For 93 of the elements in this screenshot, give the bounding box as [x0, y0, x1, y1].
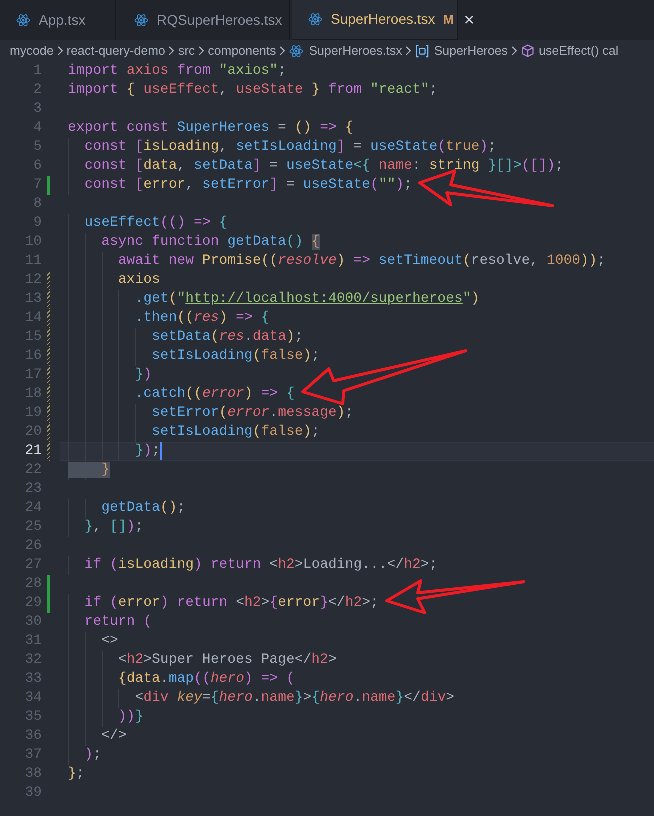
- line-number: 28: [24, 575, 42, 594]
- line-number: 38: [24, 765, 42, 784]
- line-number: 33: [24, 670, 42, 689]
- line-number: 20: [24, 423, 42, 442]
- code-line: setIsLoading(false);: [68, 423, 320, 442]
- line-number: 29: [24, 594, 42, 613]
- line-number: 1: [32, 62, 42, 81]
- line-number: 25: [24, 518, 42, 537]
- line-number: 32: [24, 651, 42, 670]
- line-number: 27: [24, 556, 42, 575]
- line-number: 17: [24, 366, 42, 385]
- code-line: axios: [68, 271, 160, 290]
- line-number: 14: [24, 309, 42, 328]
- react-icon: [16, 12, 31, 28]
- code-line: ))}: [68, 708, 144, 727]
- line-number: 19: [24, 404, 42, 423]
- code-line: import axios from "axios";: [68, 62, 286, 81]
- line-number: 24: [24, 499, 42, 518]
- breadcrumb-item[interactable]: useEffect() cal: [538, 42, 619, 60]
- code-line: };: [68, 765, 85, 784]
- cube-icon: [520, 44, 535, 58]
- line-number: 11: [24, 252, 42, 271]
- code-line: }, []);: [68, 518, 144, 537]
- code-line: import { useEffect, useState } from "react";: [68, 81, 438, 100]
- line-number: 39: [24, 784, 42, 803]
- react-icon: [134, 12, 149, 28]
- change-marker: [47, 176, 50, 195]
- code-line: <div key={hero.name}>{hero.name}</div>: [68, 689, 455, 708]
- react-icon: [289, 44, 304, 58]
- line-number: 37: [24, 746, 42, 765]
- breadcrumb-item[interactable]: components: [208, 42, 276, 60]
- code-line: .catch((error) => {: [68, 385, 295, 404]
- code-line: getData();: [68, 499, 186, 518]
- code-line: const [isLoading, setIsLoading] = useState(true);: [68, 138, 497, 157]
- code-line: const [error, setError] = useState("");: [68, 176, 413, 195]
- chevron-icon: [167, 46, 176, 56]
- code-line: if (isLoading) return <h2>Loading...</h2>;: [68, 556, 438, 575]
- line-number: 36: [24, 727, 42, 746]
- line-number: 16: [24, 347, 42, 366]
- breadcrumb-item[interactable]: SuperHeroes.tsx: [309, 42, 402, 60]
- line-number: 13: [24, 290, 42, 309]
- chevron-icon: [510, 46, 519, 56]
- code-line: }): [68, 366, 152, 385]
- chevron-icon: [56, 46, 65, 56]
- chevron-icon: [404, 46, 414, 56]
- line-number: 3: [32, 100, 42, 119]
- react-icon: [308, 12, 323, 27]
- breadcrumb-item[interactable]: SuperHeroes: [434, 42, 508, 60]
- line-number: 35: [24, 708, 42, 727]
- code-line: const [data, setData] = useState<{ name: string }[]>([]);: [68, 157, 564, 176]
- code-line: useEffect(() => {: [68, 214, 228, 233]
- line-number: 30: [24, 613, 42, 632]
- breadcrumb-item[interactable]: mycode: [10, 42, 54, 60]
- code-line: return (: [68, 613, 152, 632]
- code-line: setData(res.data);: [68, 328, 304, 347]
- code-line: await new Promise((resolve) => setTimeout(resolve, 1000));: [68, 252, 606, 271]
- line-number: 22: [24, 461, 42, 480]
- line-number: 8: [32, 195, 42, 214]
- code-line: export const SuperHeroes = () => {: [68, 119, 354, 138]
- breadcrumb-item[interactable]: react-query-demo: [66, 42, 166, 60]
- line-number: 5: [32, 138, 42, 157]
- braces-icon: [415, 44, 430, 58]
- code-line: setError(error.message);: [68, 404, 354, 423]
- line-number: 10: [24, 233, 42, 252]
- code-line: <>: [68, 632, 118, 651]
- line-number: 2: [32, 81, 42, 100]
- code-line: if (error) return <h2>{error}</h2>;: [68, 594, 379, 613]
- modified-indicator: M: [443, 10, 454, 29]
- line-number: 6: [32, 157, 42, 176]
- code-line: </>: [68, 727, 127, 746]
- line-number: 9: [32, 214, 42, 233]
- code-line: );: [68, 746, 102, 765]
- code-line: setIsLoading(false);: [68, 347, 320, 366]
- line-number: 18: [24, 385, 42, 404]
- line-number: 7: [32, 176, 42, 195]
- code-line: });: [68, 442, 162, 461]
- code-line: <h2>Super Heroes Page</h2>: [68, 651, 337, 670]
- line-number: 23: [24, 480, 42, 499]
- chevron-icon: [278, 46, 288, 56]
- line-number: 26: [24, 537, 42, 556]
- line-number: 34: [24, 689, 42, 708]
- line-number: 12: [24, 271, 42, 290]
- code-line: {data.map((hero) => (: [68, 670, 295, 689]
- code-line: async function getData() {: [68, 233, 320, 252]
- chevron-icon: [197, 46, 206, 56]
- line-number: 21: [24, 442, 42, 461]
- breadcrumb-item[interactable]: src: [178, 42, 196, 60]
- line-number: 31: [24, 632, 42, 651]
- code-line: .get("http://localhost:4000/superheroes"): [68, 290, 480, 309]
- close-button[interactable]: ×: [464, 10, 475, 28]
- code-line: .then((res) => {: [68, 309, 270, 328]
- line-number: 15: [24, 328, 42, 347]
- line-number: 4: [32, 119, 42, 138]
